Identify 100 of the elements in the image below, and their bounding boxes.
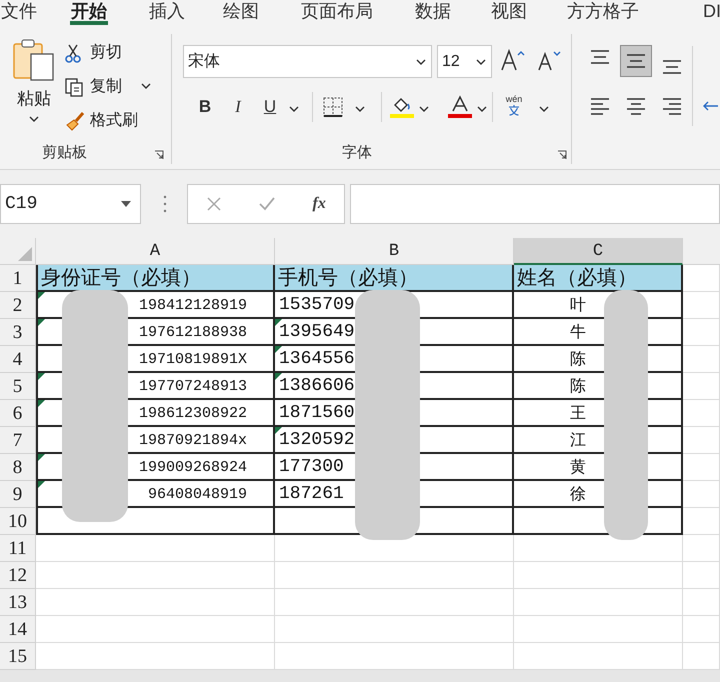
ribbon-tab[interactable]: 页面布局 <box>300 0 374 25</box>
cell-text: 1386606 <box>279 375 355 398</box>
cell-text: 1364556 <box>279 348 355 371</box>
cell-text: 王 <box>570 404 586 424</box>
insert-function-button[interactable]: fx <box>312 192 326 216</box>
copy-button[interactable]: 复制 <box>64 74 122 100</box>
align-left-icon <box>589 98 611 114</box>
cell-text: 牛 <box>570 322 586 343</box>
cell-text: 197707248913 <box>138 377 247 397</box>
cut-button[interactable]: 剪切 <box>64 40 122 66</box>
ribbon-tab[interactable]: 数据 <box>414 0 452 25</box>
column-title: 姓名（必填） <box>517 266 637 291</box>
bold-button[interactable]: B <box>194 94 216 120</box>
align-right-icon <box>661 98 683 114</box>
middle-align-button[interactable] <box>620 45 652 77</box>
row-header[interactable]: 6 <box>0 400 36 427</box>
column-title: 身份证号（必填） <box>41 266 201 291</box>
table-cell <box>683 346 720 373</box>
table-cell <box>683 508 720 535</box>
column-header[interactable]: C <box>514 238 683 265</box>
ribbon-tab[interactable]: 插入 <box>148 0 186 25</box>
ribbon-tab[interactable]: 视图 <box>490 0 528 25</box>
ribbon-tab[interactable]: DI <box>702 0 720 25</box>
more-options-icon <box>163 195 167 213</box>
cell-text: 1395649 <box>279 321 355 344</box>
dialog-launcher-icon <box>154 150 164 160</box>
row-header[interactable]: 11 <box>0 535 36 562</box>
row-header[interactable]: 1 <box>0 265 36 292</box>
table-cell <box>683 643 720 670</box>
column-header[interactable]: A <box>36 238 275 265</box>
ribbon-tab[interactable]: 方方格子 <box>566 0 640 25</box>
ribbon-tab[interactable]: 绘图 <box>222 0 260 25</box>
cell-text: 黄 <box>570 458 586 478</box>
font-size-dropdown[interactable]: 12 <box>437 45 492 78</box>
table-cell <box>683 616 720 643</box>
middle-align-icon <box>625 54 647 68</box>
cell-text: 叶 <box>570 296 586 316</box>
ribbon-tab[interactable]: 文件 <box>0 0 38 25</box>
font-name-dropdown[interactable]: 宋体 <box>183 45 432 78</box>
cell-text: 177300 <box>279 456 344 479</box>
cell-text: 197612188938 <box>138 323 247 343</box>
caret-down-icon <box>415 56 427 66</box>
paintbrush-icon <box>64 111 84 131</box>
row-header[interactable]: 8 <box>0 454 36 481</box>
align-center-icon <box>625 98 647 114</box>
cell-text: 187261 <box>279 483 344 506</box>
table-cell <box>683 400 720 427</box>
caret-down-icon <box>28 114 40 124</box>
format-painter-button[interactable]: 格式刷 <box>64 108 138 134</box>
name-box[interactable]: C19 <box>0 184 141 224</box>
caret-down-icon <box>140 81 152 91</box>
cell-text: 1320592 <box>279 429 355 452</box>
bottom-align-icon <box>661 60 683 74</box>
table-cell <box>683 319 720 346</box>
row-header[interactable]: 10 <box>0 508 36 535</box>
dialog-launcher-icon <box>557 150 567 160</box>
font-color-icon <box>448 95 472 119</box>
group-label: 字体 <box>342 143 372 163</box>
caret-down-icon <box>120 200 132 208</box>
row-header[interactable]: 12 <box>0 562 36 589</box>
cell-text: 198612308922 <box>138 404 247 424</box>
row-header[interactable]: 15 <box>0 643 36 670</box>
increase-font-size-icon <box>500 48 526 72</box>
caret-down-icon <box>354 104 366 114</box>
select-all-icon <box>18 247 32 261</box>
cell-text: 1871560 <box>279 402 355 425</box>
row-header[interactable]: 14 <box>0 616 36 643</box>
cell-text: 199009268924 <box>138 458 247 478</box>
formula-input[interactable] <box>350 184 720 224</box>
row-header[interactable]: 2 <box>0 292 36 319</box>
ribbon-tab[interactable]: 开始 <box>70 0 108 25</box>
table-cell <box>683 454 720 481</box>
row-header[interactable]: 7 <box>0 427 36 454</box>
caret-down-icon <box>418 104 430 114</box>
column-header[interactable]: B <box>275 238 514 265</box>
cell-text: 徐 <box>570 485 586 505</box>
phonetic-guide-button[interactable]: wén <box>502 94 526 122</box>
italic-button[interactable]: I <box>227 94 249 120</box>
cell-text: 1535709 <box>279 294 355 317</box>
row-header[interactable]: 5 <box>0 373 36 400</box>
column-title: 手机号（必填） <box>278 266 418 291</box>
row-header[interactable]: 3 <box>0 319 36 346</box>
check-icon <box>258 196 276 212</box>
table-cell <box>683 373 720 400</box>
caret-down-icon <box>288 104 300 114</box>
row-header[interactable]: 9 <box>0 481 36 508</box>
table-cell <box>683 427 720 454</box>
cell-text: 陈 <box>570 377 586 397</box>
row-header[interactable]: 4 <box>0 346 36 373</box>
cell-text: 96408048919 <box>148 485 247 505</box>
cell-text: 陈 <box>570 350 586 370</box>
borders-icon <box>322 96 344 118</box>
top-align-icon <box>589 50 611 64</box>
row-header[interactable]: 13 <box>0 589 36 616</box>
group-label: 剪贴板 <box>42 143 87 163</box>
character-icon <box>508 104 520 116</box>
underline-button[interactable]: U <box>259 94 281 120</box>
cell-text: 198412128919 <box>138 296 247 316</box>
table-cell <box>683 589 720 616</box>
paste-button[interactable]: 粘贴 <box>8 38 60 126</box>
